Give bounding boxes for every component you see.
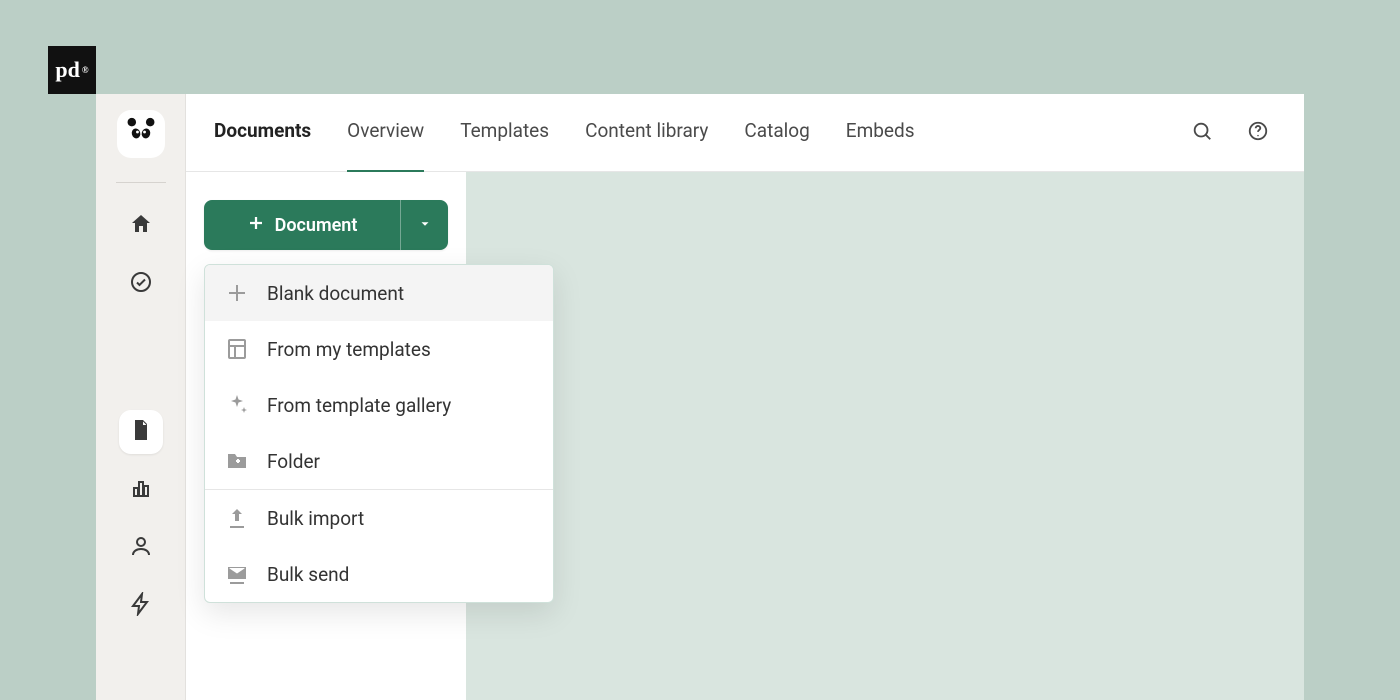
person-icon — [129, 534, 153, 562]
main-area: Documents Overview Templates Content lib… — [186, 94, 1304, 700]
dropdown-item-blank[interactable]: Blank document — [205, 265, 553, 321]
new-document-label: Document — [275, 215, 358, 236]
sidebar-item-automations[interactable] — [119, 584, 163, 628]
search-button[interactable] — [1184, 115, 1220, 151]
dropdown-item-label: Bulk send — [267, 563, 349, 586]
app-window: Documents Overview Templates Content lib… — [96, 94, 1304, 700]
plus-icon — [225, 281, 249, 305]
template-icon — [225, 337, 249, 361]
mail-icon — [225, 562, 249, 586]
check-circle-icon — [129, 270, 153, 298]
panda-icon — [124, 115, 158, 153]
bar-chart-icon — [129, 476, 153, 504]
tab-catalog[interactable]: Catalog — [744, 119, 809, 146]
help-button[interactable] — [1240, 115, 1276, 151]
tab-content-library[interactable]: Content library — [585, 119, 708, 146]
lightning-icon — [129, 592, 153, 620]
tab-overview[interactable]: Overview — [347, 119, 424, 146]
chevron-down-icon — [418, 216, 432, 235]
app-logo[interactable] — [117, 110, 165, 158]
dropdown-item-bulk-send[interactable]: Bulk send — [205, 546, 553, 602]
plus-icon — [247, 214, 265, 237]
document-icon — [129, 418, 153, 446]
tab-embeds[interactable]: Embeds — [846, 119, 915, 146]
sidebar-item-approve[interactable] — [119, 262, 163, 306]
tab-templates-label: Templates — [460, 119, 549, 142]
tab-catalog-label: Catalog — [744, 119, 809, 142]
new-document-dropdown-toggle[interactable] — [400, 200, 448, 250]
tab-documents-label: Documents — [214, 119, 311, 142]
sidebar-item-home[interactable] — [119, 204, 163, 248]
sidebar-divider — [116, 182, 166, 183]
tab-templates[interactable]: Templates — [460, 119, 549, 146]
pd-brand-reg: ® — [82, 65, 89, 75]
upload-icon — [225, 506, 249, 530]
tab-documents[interactable]: Documents — [214, 119, 311, 146]
dropdown-item-label: From my templates — [267, 338, 431, 361]
dropdown-item-label: Blank document — [267, 282, 404, 305]
tab-content-library-label: Content library — [585, 119, 708, 142]
dropdown-item-label: From template gallery — [267, 394, 451, 417]
dropdown-item-folder[interactable]: Folder — [205, 433, 553, 489]
new-document-dropdown: Blank document From my templates From te… — [204, 264, 554, 603]
sidebar-item-reports[interactable] — [119, 468, 163, 512]
topbar: Documents Overview Templates Content lib… — [186, 94, 1304, 172]
pd-brand-label: pd — [55, 57, 79, 83]
dropdown-item-my-templates[interactable]: From my templates — [205, 321, 553, 377]
sparkle-icon — [225, 393, 249, 417]
help-icon — [1247, 120, 1269, 146]
content-canvas: Document Blank document From my template… — [186, 172, 1304, 700]
pd-brand-badge: pd® — [48, 46, 96, 94]
home-icon — [129, 212, 153, 240]
tab-overview-label: Overview — [347, 119, 424, 142]
tab-nav: Documents Overview Templates Content lib… — [214, 119, 915, 146]
sidebar — [96, 94, 186, 700]
dropdown-item-bulk-import[interactable]: Bulk import — [205, 490, 553, 546]
dropdown-item-gallery[interactable]: From template gallery — [205, 377, 553, 433]
search-icon — [1191, 120, 1213, 146]
tab-embeds-label: Embeds — [846, 119, 915, 142]
sidebar-item-contacts[interactable] — [119, 526, 163, 570]
folder-plus-icon — [225, 449, 249, 473]
documents-panel: Document Blank document From my template… — [186, 172, 466, 700]
new-document-split-button: Document — [204, 200, 448, 250]
sidebar-item-documents[interactable] — [119, 410, 163, 454]
dropdown-item-label: Bulk import — [267, 507, 364, 530]
new-document-button[interactable]: Document — [204, 200, 400, 250]
dropdown-item-label: Folder — [267, 450, 320, 473]
